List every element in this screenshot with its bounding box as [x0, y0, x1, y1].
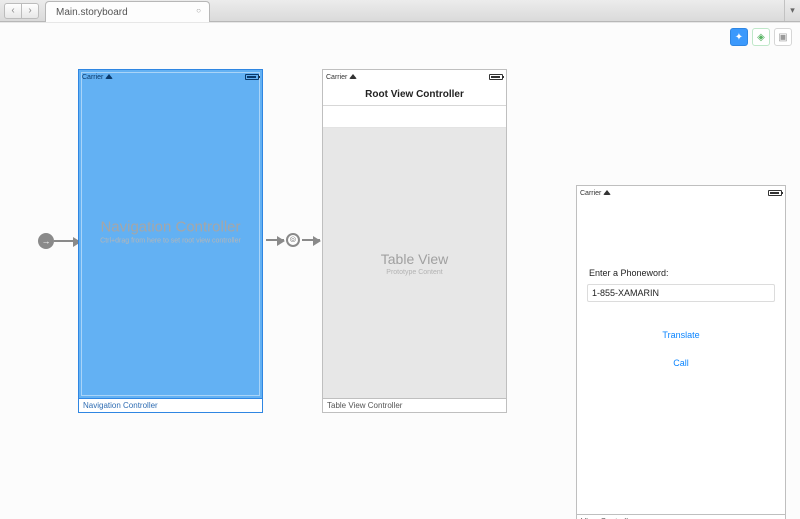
back-button[interactable]: ‹ — [4, 3, 22, 19]
tab-overflow-button[interactable]: ▾ — [784, 0, 800, 21]
segue-line — [54, 240, 80, 242]
scene-table-view-controller[interactable]: Carrier Root View Controller Table View … — [322, 69, 507, 413]
carrier-label: Carrier — [580, 190, 601, 197]
placeholder-label: Navigation Controller Ctrl+drag from her… — [79, 218, 262, 244]
scene-footer-label[interactable]: Navigation Controller — [78, 399, 263, 413]
phoneword-field-value: 1-855-XAMARIN — [592, 288, 659, 298]
scene-navigation-controller[interactable]: Carrier Navigation Controller Ctrl+drag … — [78, 69, 263, 413]
storyboard-canvas[interactable]: ✦ ◈ ▣ → Carrier Navigation Controller Ct… — [0, 22, 800, 519]
document-tab-main-storyboard[interactable]: Main.storyboard ○ — [45, 1, 210, 23]
designer-mode-toggle: ✦ ◈ ▣ — [730, 28, 792, 46]
toolbar-spacer — [210, 0, 784, 21]
battery-icon — [768, 190, 782, 196]
nav-controller-title: Navigation Controller — [79, 218, 262, 235]
phoneword-text-field[interactable]: 1-855-XAMARIN — [587, 284, 775, 302]
phoneword-label: Enter a Phoneword: — [589, 268, 775, 278]
table-view[interactable]: Table View Prototype Content — [323, 128, 506, 398]
device-frame: Carrier Root View Controller Table View … — [322, 69, 507, 399]
battery-icon — [245, 74, 259, 80]
call-button[interactable]: Call — [587, 358, 775, 368]
forward-button[interactable]: › — [21, 3, 39, 19]
navigation-bar[interactable]: Root View Controller — [323, 84, 506, 106]
unsaved-indicator-icon: ○ — [196, 6, 201, 15]
segue-line — [266, 239, 284, 241]
table-placeholder-title: Table View — [381, 251, 448, 267]
scene-footer-label[interactable]: Table View Controller — [322, 399, 507, 413]
wifi-icon — [105, 74, 113, 81]
segue-line — [302, 239, 320, 241]
tab-title: Main.storyboard — [56, 7, 128, 18]
wifi-icon — [349, 74, 357, 81]
nav-bar-title: Root View Controller — [365, 89, 464, 100]
wifi-icon — [603, 190, 611, 197]
nav-controller-hint: Ctrl+drag from here to set root view con… — [79, 237, 262, 244]
entry-point-icon: → — [38, 233, 54, 249]
constraints-mode-button[interactable]: ▣ — [774, 28, 792, 46]
status-bar: Carrier — [577, 186, 785, 200]
prototype-cell-row[interactable] — [323, 106, 506, 128]
design-mode-button[interactable]: ✦ — [730, 28, 748, 46]
root-relationship-segue[interactable]: ⦾ — [266, 233, 320, 247]
translate-button[interactable]: Translate — [587, 330, 775, 340]
source-mode-button[interactable]: ◈ — [752, 28, 770, 46]
device-frame: Carrier Navigation Controller Ctrl+drag … — [78, 69, 263, 399]
scene-footer-label[interactable]: View Controller — [576, 515, 786, 519]
storyboard-entry-point[interactable]: → — [38, 233, 80, 249]
relationship-icon: ⦾ — [286, 233, 300, 247]
battery-icon — [489, 74, 503, 80]
view-content: Enter a Phoneword: 1-855-XAMARIN Transla… — [577, 244, 785, 368]
history-nav: ‹ › — [0, 0, 39, 21]
editor-toolbar: ‹ › Main.storyboard ○ ▾ — [0, 0, 800, 22]
table-placeholder-subtitle: Prototype Content — [386, 269, 442, 276]
status-bar: Carrier — [79, 70, 262, 84]
scene-view-controller[interactable]: Carrier Enter a Phoneword: 1-855-XAMARIN… — [576, 185, 786, 519]
carrier-label: Carrier — [82, 74, 103, 81]
carrier-label: Carrier — [326, 74, 347, 81]
status-bar: Carrier — [323, 70, 506, 84]
device-frame: Carrier Enter a Phoneword: 1-855-XAMARIN… — [576, 185, 786, 515]
